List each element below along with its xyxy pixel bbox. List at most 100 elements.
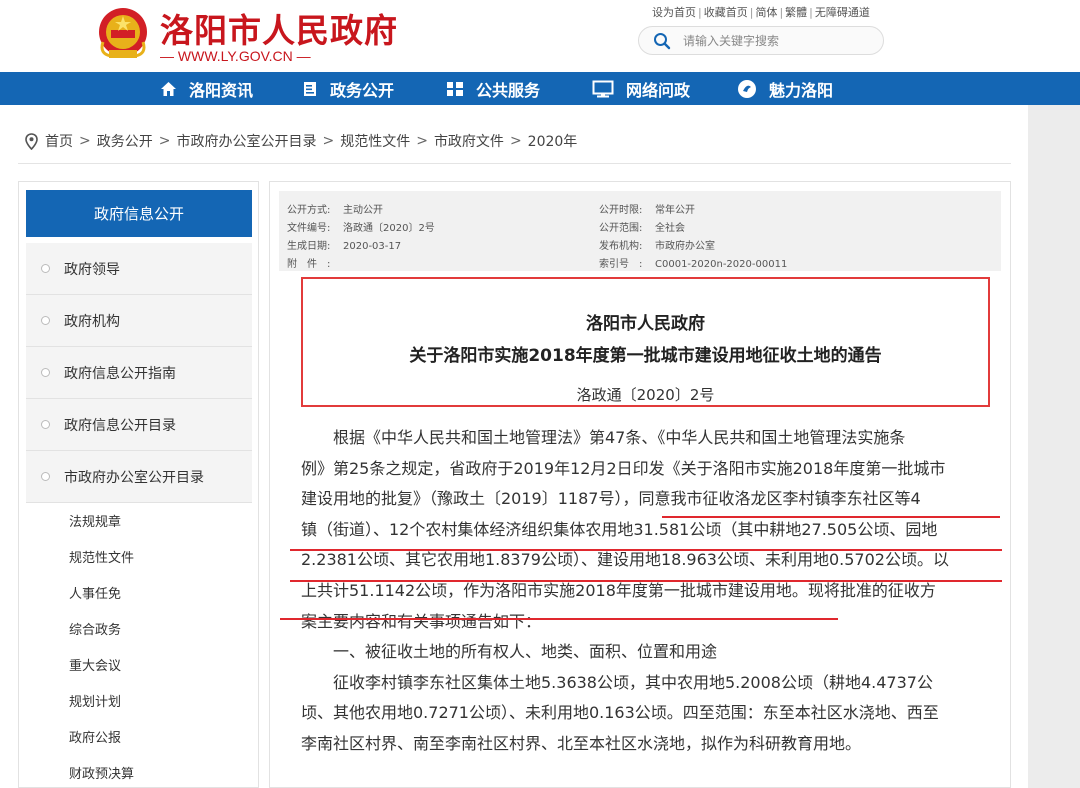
body-line: 征收李村镇李东社区集体土地5.3638公顷，其中农用地5.2008公顷（耕地4.… [333,672,933,692]
sidebar-item-office-catalog[interactable]: 市政府办公室公开目录 [26,451,252,503]
breadcrumb-home[interactable]: 首页 [45,131,73,151]
meta-value: C0001-2020n-2020-00011 [655,259,788,270]
meta-row: 索引号 : C0001-2020n-2020-00011 [599,255,787,270]
nav-label: 政务公开 [330,80,395,100]
body-line: 顷、其他农用地0.7271公顷）、未利用地0.163公顷。四至范围：东至本社区水… [301,703,939,723]
breadcrumb: 首页 > 政务公开 > 市政府办公室公开目录 > 规范性文件 > 市政府文件 >… [25,131,577,151]
bullet-icon [41,420,50,429]
body-line: 案主要内容和有关事项通告如下： [301,611,542,631]
national-emblem-icon [99,8,147,58]
sidebar-item-label: 政府信息公开目录 [64,417,176,434]
sub-item-gazette[interactable]: 政府公报 [69,727,121,746]
title-highlight-box: 洛阳市人民政府 关于洛阳市实施2018年度第一批城市建设用地征收土地的通告 洛政… [301,277,990,407]
location-pin-icon [25,132,38,150]
search-input[interactable] [683,31,873,51]
document-number: 洛政通〔2020〕2号 [576,386,715,404]
bullet-icon [41,472,50,481]
meta-value: 全社会 [655,223,685,234]
document-title: 关于洛阳市实施2018年度第一批城市建设用地征收土地的通告 [409,346,882,366]
document-icon [304,81,316,96]
meta-key: 发布机构: [599,241,643,252]
sidebar-item-disclosure-guide[interactable]: 政府信息公开指南 [26,347,252,399]
meta-row: 生成日期: 2020-03-17 [287,237,401,252]
sub-item-major-meetings[interactable]: 重大会议 [69,655,121,674]
site-title[interactable]: 洛阳市人民政府 [160,4,398,52]
nav-item-government-affairs[interactable]: 政务公开 [302,72,394,105]
breadcrumb-normative-documents[interactable]: 规范性文件 [340,131,410,151]
bullet-icon [41,264,50,273]
nav-label: 公共服务 [476,80,541,100]
red-underline [290,580,1002,582]
meta-value: 洛政通〔2020〕2号 [343,223,435,234]
sub-item-personnel[interactable]: 人事任免 [69,583,121,602]
sidebar-item-label: 市政府办公室公开目录 [64,469,204,486]
red-underline [280,618,838,620]
body-line: 李南社区村界、南至李南社区村界、北至本社区水浇地，拟作为科研教育用地。 [301,733,862,753]
sidebar: 政府信息公开 政府领导 政府机构 政府信息公开指南 政府信息公开目录 市政府办公… [18,181,259,788]
meta-key: 公开方式: [287,205,331,216]
nav-item-charming-luoyang[interactable]: 魅力洛阳 [737,72,833,105]
breadcrumb-government-affairs[interactable]: 政务公开 [97,131,153,151]
top-links: 设为首页 | 收藏首页 | 简体 | 繁體 | 无障碍通道 [652,6,870,19]
site-domain: — WWW.LY.GOV.CN — [160,48,311,64]
sidebar-item-label: 政府机构 [64,313,120,330]
body-line: 例》第25条之规定，省政府于2019年12月2日印发《关于洛阳市实施2018年度… [301,458,946,478]
meta-row: 公开范围: 全社会 [599,219,685,234]
sub-item-budget[interactable]: 财政预决算 [69,763,134,782]
nav-label: 洛阳资讯 [189,80,254,100]
meta-key: 文件编号: [287,223,331,234]
site-header: 洛阳市人民政府 — WWW.LY.GOV.CN — 设为首页 | 收藏首页 | 简体 | 繁… [0,0,1080,72]
home-icon [161,81,176,96]
bookmark-link[interactable]: 收藏首页 [704,6,748,19]
meta-value: 2020-03-17 [343,241,402,252]
sidebar-item-disclosure-catalog[interactable]: 政府信息公开目录 [26,399,252,451]
sub-item-regulations[interactable]: 法规规章 [69,511,121,530]
monitor-icon [592,80,614,97]
meta-key: 公开时限: [599,205,643,216]
accessibility-link[interactable]: 无障碍通道 [815,6,870,19]
red-underline [662,516,1000,518]
breadcrumb-municipal-documents[interactable]: 市政府文件 [434,131,504,151]
search-box[interactable] [638,26,884,55]
meta-row: 公开方式: 主动公开 [287,201,383,216]
sub-item-general-affairs[interactable]: 综合政务 [69,619,121,638]
divider [18,163,1011,164]
document-body: 根据《中华人民共和国土地管理法》第47条、《中华人民共和国土地管理法实施条 例》… [301,423,983,760]
breadcrumb-year[interactable]: 2020年 [528,131,578,151]
meta-value: 常年公开 [655,205,695,216]
document-panel: 公开方式: 主动公开 文件编号: 洛政通〔2020〕2号 生成日期: 2020-03-… [269,181,1011,788]
meta-row: 附 件 : [287,255,343,270]
breadcrumb-office-catalog[interactable]: 市政府办公室公开目录 [176,131,316,151]
sidebar-item-agencies[interactable]: 政府机构 [26,295,252,347]
nav-label: 网络问政 [626,80,691,100]
document-metadata: 公开方式: 主动公开 文件编号: 洛政通〔2020〕2号 生成日期: 2020-03-… [279,191,1001,271]
body-line: 建设用地的批复》（豫政土〔2019〕1187号），同意我市征收洛龙区李村镇李东社… [301,489,921,509]
search-icon[interactable] [653,32,671,50]
set-homepage-link[interactable]: 设为首页 [652,6,696,19]
nav-label: 魅力洛阳 [769,80,834,100]
meta-key: 生成日期: [287,241,331,252]
nav-item-public-services[interactable]: 公共服务 [446,72,540,105]
bullet-icon [41,316,50,325]
nav-item-luoyang-news[interactable]: 洛阳资讯 [160,72,253,105]
sidebar-item-label: 政府领导 [64,261,120,278]
body-line: 根据《中华人民共和国土地管理法》第47条、《中华人民共和国土地管理法实施条 [333,428,906,447]
sidebar-item-label: 政府信息公开指南 [64,365,176,382]
section-heading: 一、被征收土地的所有权人、地类、面积、位置和用途 [333,642,718,662]
sidebar-item-leaders[interactable]: 政府领导 [26,243,252,295]
sidebar-heading[interactable]: 政府信息公开 [26,190,252,237]
meta-row: 发布机构: 市政府办公室 [599,237,715,252]
meta-row: 公开时限: 常年公开 [599,201,695,216]
sub-item-plans[interactable]: 规划计划 [69,691,121,710]
page-margin [1028,105,1080,788]
sub-item-normative-documents[interactable]: 规范性文件 [69,547,134,566]
traditional-chinese-link[interactable]: 繁體 [785,6,807,19]
bullet-icon [41,368,50,377]
meta-key: 公开范围: [599,223,643,234]
simplified-chinese-link[interactable]: 简体 [755,6,777,19]
nav-item-online-inquiry[interactable]: 网络问政 [592,72,690,105]
red-underline [290,549,1002,551]
page: 洛阳市人民政府 — WWW.LY.GOV.CN — 设为首页 | 收藏首页 | 简体 | 繁… [0,0,1080,788]
main-nav: 洛阳资讯 政务公开 公共服务 网络问政 魅力洛阳 [0,72,1080,105]
meta-key: 附 件 : [287,259,331,270]
